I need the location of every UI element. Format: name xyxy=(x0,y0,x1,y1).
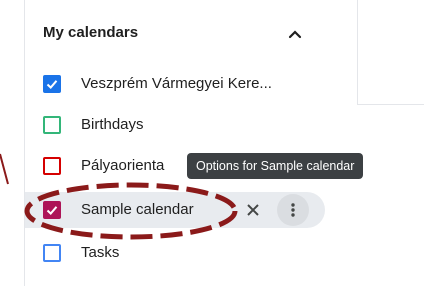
calendar-checkbox[interactable] xyxy=(43,157,61,175)
remove-calendar-button[interactable] xyxy=(237,194,269,226)
calendar-item-veszprem[interactable]: Veszprém Vármegyei Kere... xyxy=(25,66,355,102)
grid-line xyxy=(357,104,424,105)
callout-arrow-annotation xyxy=(0,153,9,185)
my-calendars-panel: My calendars Veszprém Vármegyei Kere... … xyxy=(25,0,357,286)
calendar-checkbox[interactable] xyxy=(43,244,61,262)
calendar-label: Veszprém Vármegyei Kere... xyxy=(81,75,272,92)
calendar-sidebar-screenshot: My calendars Veszprém Vármegyei Kere... … xyxy=(0,0,424,286)
section-title: My calendars xyxy=(43,24,139,41)
main-area-divider xyxy=(357,0,358,104)
calendar-checkbox[interactable] xyxy=(43,116,61,134)
close-icon xyxy=(247,204,259,216)
my-calendars-header[interactable]: My calendars xyxy=(25,16,325,52)
calendar-options-button[interactable] xyxy=(277,194,309,226)
calendar-checkbox[interactable] xyxy=(43,75,61,93)
options-tooltip: Options for Sample calendar xyxy=(187,153,364,179)
collapse-button[interactable] xyxy=(277,16,313,52)
calendar-label: Birthdays xyxy=(81,116,144,133)
highlight-ellipse-annotation xyxy=(24,182,238,240)
calendar-label: Tasks xyxy=(81,244,120,261)
more-vert-icon xyxy=(291,203,295,217)
calendar-item-birthdays[interactable]: Birthdays xyxy=(25,107,355,143)
calendar-label: Pályaorienta xyxy=(81,157,165,174)
check-icon xyxy=(46,80,58,89)
chevron-up-icon xyxy=(288,30,302,39)
